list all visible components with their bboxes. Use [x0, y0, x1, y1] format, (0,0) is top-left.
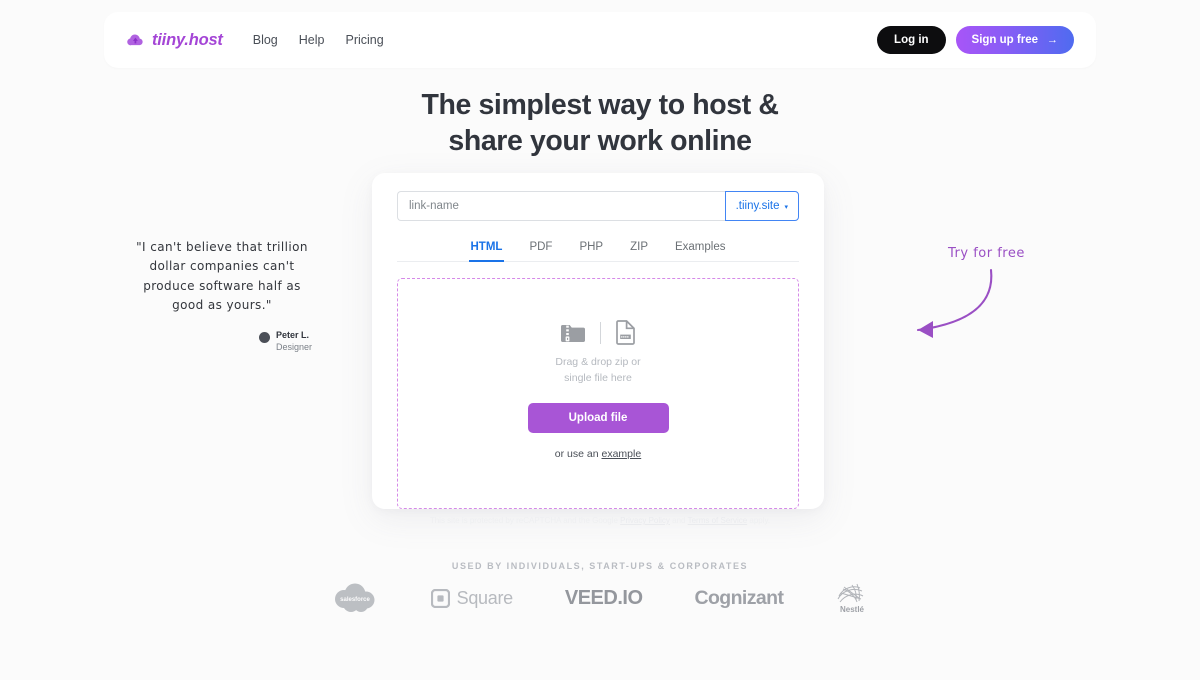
recaptcha-middle: and: [669, 516, 688, 525]
nav-item-help[interactable]: Help: [299, 33, 325, 47]
tab-html[interactable]: HTML: [468, 237, 505, 262]
link-name-input[interactable]: [397, 191, 725, 221]
customer-logo-row: salesforce Square VEED.IO Cognizant Nest…: [0, 580, 1200, 616]
example-line: or use an example: [555, 448, 641, 460]
testimonial-quote: "I can't believe that trillion dollar co…: [136, 240, 308, 313]
salesforce-cloud-icon: salesforce: [334, 583, 375, 612]
dropzone-icons: [560, 320, 636, 345]
hero-line-1: The simplest way to host &: [421, 89, 779, 121]
chevron-down-icon: ▾: [784, 203, 788, 211]
dropzone-text-line-2: single file here: [564, 371, 632, 384]
domain-select[interactable]: .tiiny.site ▾: [724, 191, 799, 221]
cta-annotation: Try for free: [878, 240, 1048, 350]
zip-folder-icon: [561, 324, 585, 342]
dropzone-instructions: Drag & drop zip or single file here: [555, 355, 640, 387]
testimonial-attribution: Peter L. Designer: [128, 330, 316, 352]
hero-section: The simplest way to host & share your wo…: [0, 88, 1200, 160]
cta-annotation-text: Try for free: [948, 246, 1025, 261]
signup-label: Sign up free: [971, 34, 1038, 46]
nestle-wordmark: Nestlé: [840, 605, 865, 614]
brand-logo-link[interactable]: tiiny.host: [126, 31, 223, 50]
dropzone-divider: [600, 321, 601, 344]
terms-of-service-link[interactable]: Terms of Service: [688, 516, 748, 525]
login-button[interactable]: Log in: [877, 26, 946, 54]
tab-pdf[interactable]: PDF: [527, 237, 554, 262]
cloud-upload-icon: [127, 33, 143, 45]
brand-name: tiiny.host: [152, 30, 223, 49]
tab-examples[interactable]: Examples: [673, 237, 728, 262]
example-prefix: or use an: [554, 447, 602, 460]
testimonial-author-role: Designer: [275, 341, 312, 352]
nestle-logo: Nestlé: [835, 580, 869, 616]
nav-item-blog[interactable]: Blog: [253, 33, 278, 47]
upload-file-button[interactable]: Upload file: [527, 402, 669, 433]
veed-io-wordmark: VEED.IO: [564, 586, 643, 609]
square-wordmark: Square: [456, 587, 514, 608]
hero-line-2: share your work online: [448, 124, 752, 157]
upload-card: .tiiny.site ▾ HTML PDF PHP ZIP Examples: [372, 173, 824, 509]
header-actions: Log in Sign up free →: [877, 26, 1074, 54]
avatar: [258, 331, 270, 343]
signup-button[interactable]: Sign up free →: [955, 26, 1074, 54]
landing-page: tiiny.host Blog Help Pricing Log in Sign…: [0, 0, 1200, 680]
tab-php[interactable]: PHP: [577, 237, 605, 262]
recaptcha-suffix: apply.: [747, 516, 771, 525]
arrow-right-icon: →: [1047, 33, 1058, 46]
file-type-tabs: HTML PDF PHP ZIP Examples: [397, 237, 799, 262]
square-logo: Square: [430, 587, 514, 609]
domain-select-label: .tiiny.site: [735, 200, 780, 212]
recaptcha-notice: This site is protected by reCAPTCHA and …: [0, 516, 1200, 525]
salesforce-logo: salesforce: [331, 581, 379, 615]
social-proof-heading: USED BY INDIVIDUALS, START-UPS & CORPORA…: [451, 561, 749, 571]
svg-text:salesforce: salesforce: [340, 597, 370, 603]
file-dropzone[interactable]: Drag & drop zip or single file here Uplo…: [397, 278, 799, 509]
testimonial: "I can't believe that trillion dollar co…: [128, 238, 316, 352]
square-mark-icon: [430, 588, 450, 608]
privacy-policy-link[interactable]: Privacy Policy: [620, 516, 670, 525]
link-name-row: .tiiny.site ▾: [397, 191, 799, 221]
nestle-nest-icon: Nestlé: [837, 583, 865, 614]
dropzone-text-line-1: Drag & drop zip or: [555, 356, 641, 368]
main-nav: Blog Help Pricing: [253, 33, 384, 47]
tab-zip[interactable]: ZIP: [628, 237, 650, 262]
html-file-icon: [616, 320, 635, 345]
testimonial-author-name: Peter L.: [275, 329, 309, 340]
cognizant-wordmark: Cognizant: [694, 586, 784, 609]
nav-item-pricing[interactable]: Pricing: [345, 33, 383, 47]
site-header: tiiny.host Blog Help Pricing Log in Sign…: [104, 12, 1096, 68]
example-link[interactable]: example: [602, 448, 642, 460]
page-title: The simplest way to host & share your wo…: [0, 88, 1200, 160]
recaptcha-prefix: This site is protected by reCAPTCHA and …: [429, 516, 621, 525]
